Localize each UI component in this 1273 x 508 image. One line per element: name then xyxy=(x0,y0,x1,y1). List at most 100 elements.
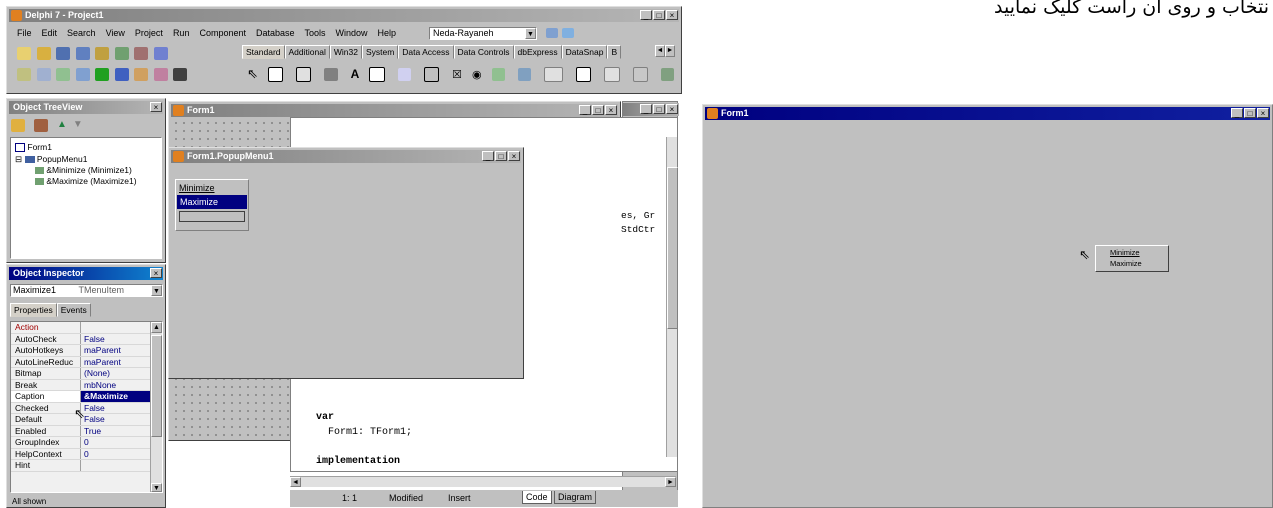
menu-component[interactable]: Component xyxy=(199,26,246,40)
save-icon[interactable] xyxy=(56,47,71,60)
label-component-icon[interactable] xyxy=(324,67,338,81)
designer-menuitem-maximize[interactable]: Maximize xyxy=(177,195,247,209)
tab-datasnap[interactable]: DataSnap xyxy=(561,45,608,59)
property-row-break[interactable]: Break mbNone xyxy=(11,379,151,391)
tree-node-minimize1[interactable]: &Minimize (Minimize1) xyxy=(35,165,132,175)
designer-menuitem-minimize[interactable]: Minimize xyxy=(176,181,248,195)
tab-diagram[interactable]: Diagram xyxy=(554,491,597,504)
maximize-button[interactable]: □ xyxy=(653,104,665,114)
menu-tools[interactable]: Tools xyxy=(305,26,326,40)
property-value[interactable] xyxy=(81,322,151,333)
property-value[interactable]: 0 xyxy=(81,449,151,460)
remove-file-icon[interactable] xyxy=(134,47,149,60)
new-form-icon[interactable] xyxy=(75,68,90,81)
property-value[interactable]: &Maximize xyxy=(81,391,151,402)
scroll-thumb[interactable] xyxy=(667,167,678,329)
button-component-icon[interactable] xyxy=(423,66,440,82)
trace-into-icon[interactable] xyxy=(134,68,149,81)
code-horizontal-scrollbar[interactable]: ◄ ► xyxy=(290,476,676,487)
text-component-icon[interactable]: A xyxy=(351,67,360,81)
minimize-button[interactable]: _ xyxy=(579,105,591,115)
property-value[interactable]: True xyxy=(81,426,151,437)
property-value[interactable]: False xyxy=(81,334,151,345)
view-unit-icon[interactable] xyxy=(17,68,31,81)
property-value[interactable]: 0 xyxy=(81,437,151,448)
open-project-icon[interactable] xyxy=(95,47,110,60)
minimize-button[interactable]: _ xyxy=(1231,108,1243,118)
tab-system[interactable]: System xyxy=(361,45,399,59)
help-icon[interactable] xyxy=(153,47,168,60)
groupbox-component-icon[interactable] xyxy=(576,66,592,82)
property-row-action[interactable]: Action xyxy=(11,322,151,334)
runtime-menuitem-maximize[interactable]: Maximize xyxy=(1096,258,1168,269)
palette-scroll-left-button[interactable]: ◄ xyxy=(655,45,665,57)
tab-dbexpress[interactable]: dbExpress xyxy=(513,45,562,59)
property-row-groupindex[interactable]: GroupIndex 0 xyxy=(11,437,151,449)
move-up-icon[interactable]: ▲ xyxy=(57,119,67,133)
tab-b[interactable]: B xyxy=(607,45,622,59)
designer-menuitem-new[interactable] xyxy=(179,211,245,222)
property-row-caption[interactable]: Caption &Maximize xyxy=(11,391,151,403)
tab-events[interactable]: Events xyxy=(56,303,91,317)
maximize-button[interactable]: □ xyxy=(495,151,507,161)
pointer-icon[interactable]: ⇖ xyxy=(247,66,258,82)
maximize-button[interactable]: □ xyxy=(653,10,665,20)
scrollbar-component-icon[interactable] xyxy=(544,66,564,82)
scroll-down-button[interactable]: ▼ xyxy=(151,483,162,492)
property-row-bitmap[interactable]: Bitmap (None) xyxy=(11,368,151,380)
scroll-thumb[interactable] xyxy=(151,335,162,437)
tab-standard[interactable]: Standard xyxy=(242,45,285,59)
treeview-close-button[interactable]: × xyxy=(150,102,162,112)
menu-run[interactable]: Run xyxy=(173,26,190,40)
chevron-down-icon[interactable]: ▼ xyxy=(525,28,536,39)
checkbox-component-icon[interactable]: ☒ xyxy=(452,68,462,81)
move-down-icon[interactable]: ▼ xyxy=(73,119,83,133)
pause-icon[interactable] xyxy=(114,68,129,81)
mainmenu-component-icon[interactable] xyxy=(267,66,284,82)
scroll-right-button[interactable]: ► xyxy=(665,477,676,487)
property-value[interactable]: (None) xyxy=(81,368,151,379)
add-file-icon[interactable] xyxy=(114,47,129,60)
close-button[interactable]: × xyxy=(508,151,520,161)
combobox-component-icon[interactable] xyxy=(517,67,532,81)
menu-database[interactable]: Database xyxy=(256,26,295,40)
menu-edit[interactable]: Edit xyxy=(42,26,58,40)
property-row-autocheck[interactable]: AutoCheck False xyxy=(11,333,151,345)
property-value[interactable]: False xyxy=(81,403,151,414)
minimize-button[interactable]: _ xyxy=(640,10,652,20)
menu-help[interactable]: Help xyxy=(378,26,397,40)
popupmenu-component-icon[interactable] xyxy=(296,66,312,82)
palette-scroll-right-button[interactable]: ► xyxy=(665,45,675,57)
memo-component-icon[interactable] xyxy=(397,67,411,81)
property-row-hint[interactable]: Hint xyxy=(11,460,151,472)
tab-win32[interactable]: Win32 xyxy=(329,45,362,59)
property-value[interactable] xyxy=(81,460,151,471)
tree-node-form1[interactable]: Form1 xyxy=(15,142,52,153)
step-over-icon[interactable] xyxy=(153,68,168,81)
runtime-menuitem-minimize[interactable]: Minimize xyxy=(1096,247,1168,258)
close-button[interactable]: × xyxy=(666,104,678,114)
new-item-icon[interactable] xyxy=(11,119,25,132)
edit-component-icon[interactable] xyxy=(369,66,385,82)
tab-data-controls[interactable]: Data Controls xyxy=(453,45,514,59)
new-icon[interactable] xyxy=(17,47,31,60)
property-row-autohotkeys[interactable]: AutoHotkeys maParent xyxy=(11,345,151,357)
property-value[interactable]: maParent xyxy=(81,345,151,356)
inspector-object-combo[interactable]: Maximize1 TMenuItem ▼ xyxy=(10,284,163,297)
property-value[interactable]: False xyxy=(81,414,151,425)
maximize-button[interactable]: □ xyxy=(1244,108,1256,118)
tab-additional[interactable]: Additional xyxy=(284,45,330,59)
radiobutton-component-icon[interactable]: ◉ xyxy=(472,68,482,81)
view-form-icon[interactable] xyxy=(36,68,51,81)
close-button[interactable]: × xyxy=(605,105,617,115)
runtime-client-area[interactable] xyxy=(705,121,1270,505)
menu-view[interactable]: View xyxy=(106,26,125,40)
property-value[interactable]: mbNone xyxy=(81,380,151,391)
desktop-combo[interactable]: Neda-Rayaneh ▼ xyxy=(429,27,537,40)
menu-search[interactable]: Search xyxy=(67,26,96,40)
menu-window[interactable]: Window xyxy=(336,26,368,40)
binoculars-icon[interactable] xyxy=(173,68,188,81)
chevron-down-icon[interactable]: ▼ xyxy=(151,285,162,296)
menu-file[interactable]: File xyxy=(17,26,32,40)
tab-data-access[interactable]: Data Access xyxy=(398,45,454,59)
